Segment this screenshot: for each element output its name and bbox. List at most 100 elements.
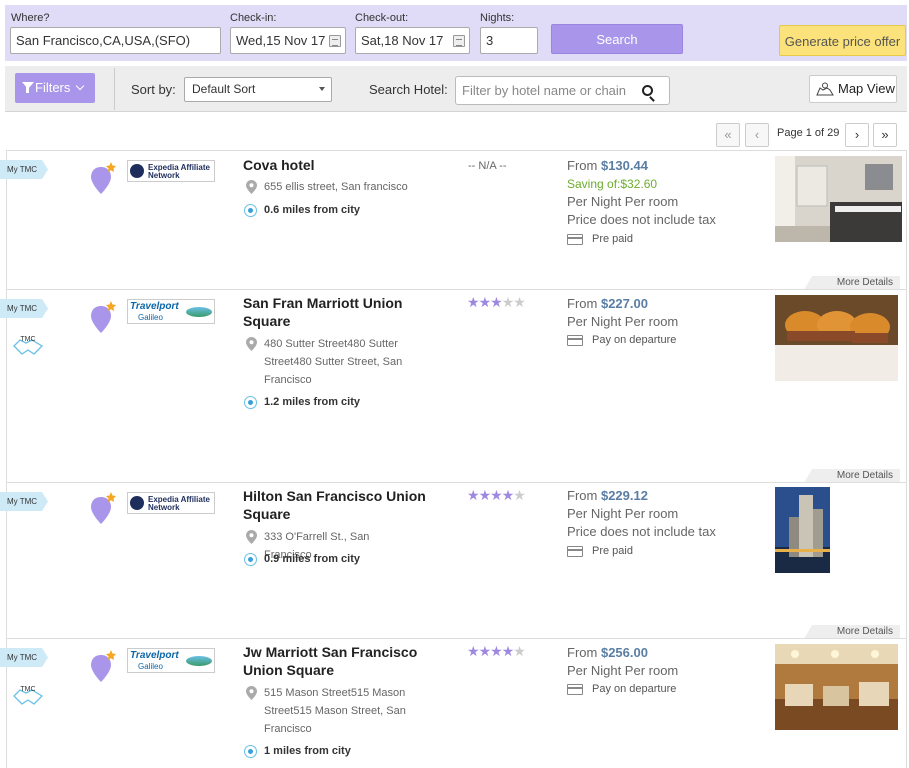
hotel-photo[interactable] bbox=[775, 644, 898, 730]
price-amount: $130.44 bbox=[600, 158, 648, 173]
checkout-field[interactable]: Sat,18 Nov 17 bbox=[355, 27, 470, 54]
location-icon bbox=[246, 180, 257, 194]
page-indicator: Page 1 of 29 bbox=[777, 127, 840, 139]
star-filled-icon: ★ bbox=[501, 487, 515, 503]
search-button[interactable]: Search bbox=[551, 24, 683, 54]
location-icon bbox=[246, 337, 257, 351]
search-icon[interactable] bbox=[642, 85, 653, 96]
tmc-label: TMC bbox=[20, 686, 36, 693]
hotel-result-row[interactable]: My TMC TMC Travelport Galileo Jw Marriot… bbox=[0, 638, 906, 768]
star-filled-icon: ★ bbox=[478, 643, 492, 659]
rating-na: -- N/A -- bbox=[468, 160, 507, 172]
hotel-result-row[interactable]: My TMC Expedia Affiliate Network Hilton … bbox=[0, 482, 906, 639]
saving-text: Saving of:$32.60 bbox=[567, 177, 658, 191]
hotel-photo[interactable] bbox=[775, 295, 898, 381]
hotel-result-row[interactable]: My TMC TMC Travelport Galileo San Fran M… bbox=[0, 289, 906, 483]
search-hotel-label: Search Hotel: bbox=[369, 82, 448, 97]
payment-type: Pay on departure bbox=[592, 334, 677, 346]
star-filled-icon: ★ bbox=[478, 294, 492, 310]
distance-icon bbox=[244, 204, 257, 217]
payment-type: Pre paid bbox=[592, 545, 633, 557]
star-rating: ★★★★★ bbox=[467, 294, 526, 310]
hotel-distance: 1.2 miles from city bbox=[264, 396, 360, 408]
per-night-text: Per Night Per room bbox=[567, 194, 679, 209]
more-details-link[interactable]: More Details bbox=[804, 276, 900, 290]
last-page-button[interactable]: » bbox=[873, 123, 897, 147]
hotel-name[interactable]: Cova hotel bbox=[243, 156, 453, 174]
star-empty-icon: ★ bbox=[513, 487, 526, 503]
chevron-down-icon bbox=[75, 81, 85, 91]
payment-type: Pre paid bbox=[592, 233, 633, 245]
travelport-logo: Travelport Galileo bbox=[127, 648, 215, 673]
location-icon bbox=[246, 530, 257, 544]
star-empty-icon: ★ bbox=[513, 294, 526, 310]
hotel-name[interactable]: San Fran Marriott Union Square bbox=[243, 294, 453, 330]
hotel-distance: 1 miles from city bbox=[264, 745, 351, 757]
filters-label: Filters bbox=[35, 80, 71, 95]
nights-label: Nights: bbox=[480, 12, 515, 24]
next-page-button[interactable]: › bbox=[845, 123, 869, 147]
calendar-icon[interactable] bbox=[453, 35, 465, 47]
hotel-name[interactable]: Hilton San Francisco Union Square bbox=[243, 487, 453, 523]
hotel-address: 655 ellis street, San francisco bbox=[264, 181, 408, 193]
my-tmc-label: My TMC bbox=[6, 653, 38, 662]
hotel-pin-icon bbox=[91, 650, 116, 682]
my-tmc-label: My TMC bbox=[6, 165, 38, 174]
filters-button[interactable]: Filters bbox=[15, 73, 95, 103]
price-amount: $227.00 bbox=[600, 296, 648, 311]
hotel-pin-icon bbox=[91, 301, 116, 333]
star-filled-icon: ★ bbox=[490, 487, 503, 503]
hotel-photo[interactable] bbox=[775, 156, 902, 242]
nights-input[interactable]: 3 bbox=[480, 27, 538, 54]
sort-select[interactable]: Default Sort bbox=[184, 77, 332, 102]
checkin-value: Wed,15 Nov 17 bbox=[236, 33, 326, 48]
price-amount: $256.00 bbox=[600, 645, 648, 660]
star-filled-icon: ★ bbox=[490, 294, 503, 310]
price-from: From $130.44 bbox=[567, 158, 648, 173]
hotel-photo[interactable] bbox=[775, 487, 830, 573]
map-view-label: Map View bbox=[838, 81, 895, 96]
star-empty-icon: ★ bbox=[501, 294, 515, 310]
location-icon bbox=[246, 686, 257, 700]
hotel-name[interactable]: Jw Marriott San Francisco Union Square bbox=[243, 643, 453, 679]
hotel-pin-icon bbox=[91, 492, 116, 524]
star-empty-icon: ★ bbox=[513, 643, 526, 659]
more-details-link[interactable]: More Details bbox=[804, 625, 900, 639]
hotel-pin-icon bbox=[91, 162, 116, 194]
generate-price-offer-button[interactable]: Generate price offer bbox=[779, 25, 906, 56]
my-tmc-label: My TMC bbox=[6, 497, 38, 506]
per-night-text: Per Night Per room bbox=[567, 663, 679, 678]
expedia-logo: Expedia Affiliate Network bbox=[127, 160, 215, 182]
prev-page-button[interactable]: ‹ bbox=[745, 123, 769, 147]
hotel-filter-input[interactable]: Filter by hotel name or chain bbox=[455, 76, 670, 105]
per-night-text: Per Night Per room bbox=[567, 506, 679, 521]
hotel-address: 515 Mason Street515 Mason Street515 Maso… bbox=[264, 687, 406, 735]
card-icon bbox=[567, 684, 583, 695]
divider bbox=[114, 68, 115, 110]
distance-icon bbox=[244, 745, 257, 758]
price-from: From $229.12 bbox=[567, 488, 648, 503]
star-filled-icon: ★ bbox=[478, 487, 492, 503]
more-details-link[interactable]: More Details bbox=[804, 469, 900, 483]
first-page-button[interactable]: « bbox=[716, 123, 740, 147]
hotel-filter-placeholder: Filter by hotel name or chain bbox=[462, 83, 627, 98]
price-from: From $256.00 bbox=[567, 645, 648, 660]
calendar-icon[interactable] bbox=[329, 35, 341, 47]
hotel-distance: 0.9 miles from city bbox=[264, 553, 360, 565]
card-icon bbox=[567, 234, 583, 245]
map-view-button[interactable]: Map View bbox=[809, 75, 897, 103]
per-night-text: Per Night Per room bbox=[567, 314, 679, 329]
hotel-address: 480 Sutter Street480 Sutter Street480 Su… bbox=[264, 338, 403, 386]
travelport-logo: Travelport Galileo bbox=[127, 299, 215, 324]
card-icon bbox=[567, 546, 583, 557]
search-bar: Where? San Francisco,CA,USA,(SFO) Check-… bbox=[5, 5, 907, 61]
tmc-label: TMC bbox=[20, 336, 36, 343]
tax-note: Price does not include tax bbox=[567, 524, 716, 539]
checkout-label: Check-out: bbox=[355, 12, 409, 24]
checkin-field[interactable]: Wed,15 Nov 17 bbox=[230, 27, 346, 54]
checkout-value: Sat,18 Nov 17 bbox=[361, 33, 444, 48]
where-input[interactable]: San Francisco,CA,USA,(SFO) bbox=[10, 27, 221, 54]
hotel-result-row[interactable]: My TMC Expedia Affiliate Network Cova ho… bbox=[0, 150, 906, 290]
star-filled-icon: ★ bbox=[501, 643, 515, 659]
star-filled-icon: ★ bbox=[467, 643, 480, 659]
